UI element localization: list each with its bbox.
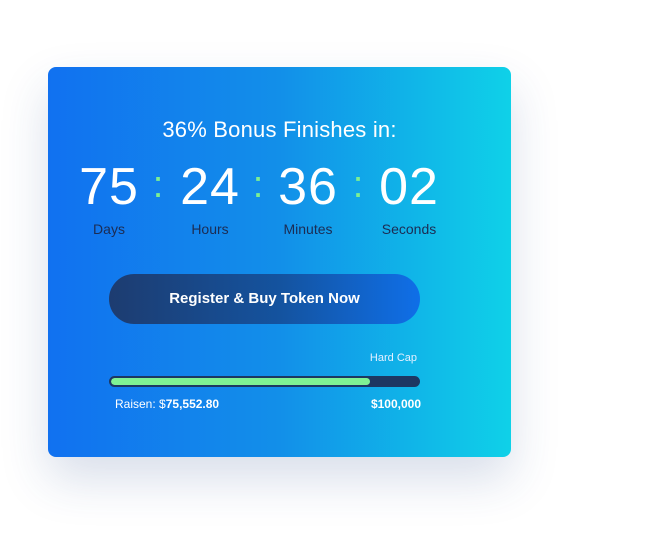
seconds-label: Seconds	[381, 221, 437, 237]
sale-progress-fill	[111, 378, 371, 385]
bonus-headline: 36% Bonus Finishes in:	[162, 117, 397, 142]
countdown-minutes: 36 Minutes	[263, 157, 353, 237]
raised-label: Raisen:	[115, 397, 160, 411]
raised-value: 75,552.80	[165, 397, 220, 411]
raised-amount: Raisen: $75,552.80	[115, 397, 219, 411]
seconds-value: 02	[379, 158, 439, 216]
token-sale-card: 36% Bonus Finishes in: 75 Days : 24 Hour…	[48, 67, 511, 457]
countdown-days: 75 Days	[64, 157, 154, 237]
days-label: Days	[93, 221, 125, 237]
hours-value: 24	[180, 158, 240, 216]
countdown-seconds: 02 Seconds	[364, 157, 454, 237]
minutes-label: Minutes	[283, 221, 333, 237]
timer-separator: :	[352, 164, 364, 206]
sale-progress-bar	[109, 376, 420, 387]
hours-label: Hours	[191, 221, 229, 237]
raised-currency: $	[159, 397, 166, 411]
minutes-value: 36	[278, 158, 338, 216]
days-value: 75	[79, 158, 139, 216]
countdown-hours: 24 Hours	[165, 157, 255, 237]
timer-separator: :	[152, 164, 164, 206]
register-buy-token-button[interactable]: Register & Buy Token Now	[109, 274, 420, 324]
hard-cap-label: Hard Cap	[369, 352, 417, 364]
countdown-timer: 75 Days : 24 Hours : 36 Minutes : 02 Sec…	[48, 157, 511, 237]
goal-amount: $100,000	[370, 397, 421, 411]
